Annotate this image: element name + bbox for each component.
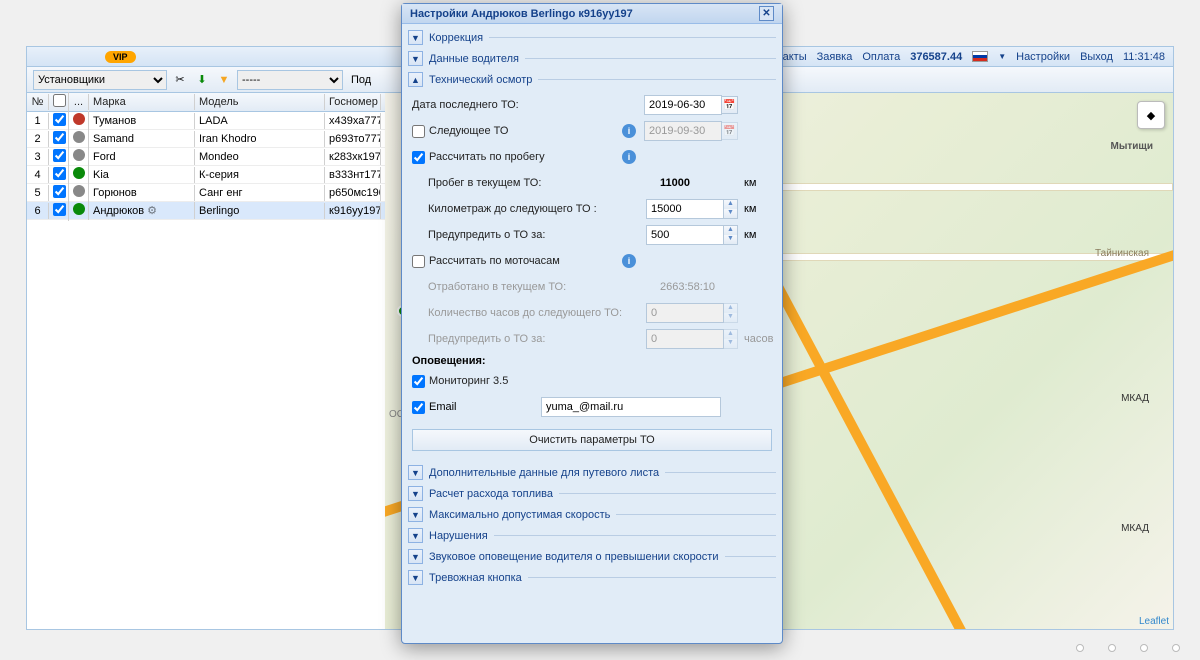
mileage-current-label: Пробег в текущем ТО: <box>412 177 660 189</box>
link-order[interactable]: Заявка <box>817 51 853 63</box>
next-to-checkbox[interactable] <box>412 125 425 138</box>
filter-icon[interactable]: ▼ <box>215 71 233 89</box>
warn-hours-label: Предупредить о ТО за: <box>412 333 646 345</box>
next-to-date <box>644 121 722 141</box>
col-marka[interactable]: Марка <box>89 94 195 110</box>
hours-next-label: Количество часов до следующего ТО: <box>412 307 646 319</box>
tool-icon-2[interactable]: ⬇ <box>193 71 211 89</box>
notif-header: Оповещения: <box>412 355 772 367</box>
mileage-next-label: Километраж до следующего ТО : <box>412 203 646 215</box>
col-status[interactable]: ... <box>69 94 89 110</box>
filter-select[interactable]: ----- <box>237 70 343 90</box>
table-row[interactable]: 2SamandIran Khodroр693то777 <box>27 130 385 148</box>
layers-icon[interactable]: ◆ <box>1137 101 1165 129</box>
toggle-driver[interactable]: ▼ <box>408 51 423 66</box>
close-icon[interactable]: ✕ <box>759 6 774 21</box>
warn-km-label: Предупредить о ТО за: <box>412 229 646 241</box>
by-hours-checkbox[interactable] <box>412 255 425 268</box>
by-mileage-checkbox[interactable] <box>412 151 425 164</box>
mileage-current: 11000 <box>660 177 738 189</box>
group-select[interactable]: Установщики <box>33 70 167 90</box>
leaflet-attrib[interactable]: Leaflet <box>1139 616 1169 627</box>
table-row[interactable]: 3FordMondeoк283хк197 <box>27 148 385 166</box>
pod-label: Под <box>351 74 371 86</box>
spin-down[interactable]: ▼ <box>724 235 737 244</box>
toggle-maxspeed[interactable]: ▼ <box>408 507 423 522</box>
monitoring-checkbox[interactable] <box>412 375 425 388</box>
top-links: нтакты Заявка Оплата 376587.44 ▼ Настрой… <box>772 51 1165 63</box>
warn-hours-input <box>646 329 724 349</box>
tool-icon-1[interactable]: ✂ <box>171 71 189 89</box>
info-icon[interactable]: i <box>622 150 636 164</box>
spin-up[interactable]: ▲ <box>724 226 737 235</box>
next-to-label: Следующее ТО <box>429 125 614 137</box>
toggle-fuel[interactable]: ▼ <box>408 486 423 501</box>
by-hours-label: Рассчитать по моточасам <box>429 255 614 267</box>
clock: 11:31:48 <box>1123 51 1165 63</box>
by-mileage-label: Рассчитать по пробегу <box>429 151 614 163</box>
link-payment[interactable]: Оплата <box>862 51 900 63</box>
link-logout[interactable]: Выход <box>1080 51 1113 63</box>
hours-current-label: Отработано в текущем ТО: <box>412 281 660 293</box>
toggle-tech[interactable]: ▲ <box>408 72 423 87</box>
link-settings[interactable]: Настройки <box>1016 51 1070 63</box>
col-check[interactable] <box>49 92 69 112</box>
table-row[interactable]: 1ТумановLADAх439ха777 <box>27 112 385 130</box>
clear-to-button[interactable]: Очистить параметры ТО <box>412 429 772 451</box>
calendar-icon-disabled: 📅 <box>722 122 738 140</box>
table-header: № ... Марка Модель Госномер <box>27 93 385 112</box>
last-to-date[interactable] <box>644 95 722 115</box>
balance-value: 376587.44 <box>910 51 962 63</box>
col-num[interactable]: № <box>27 94 49 110</box>
email-checkbox[interactable] <box>412 401 425 414</box>
col-model[interactable]: Модель <box>195 94 325 110</box>
email-label: Email <box>429 401 541 413</box>
hours-current: 2663:58:10 <box>660 281 738 293</box>
vehicle-list: № ... Марка Модель Госномер 1ТумановLADA… <box>27 93 385 629</box>
mileage-next-input[interactable] <box>646 199 724 219</box>
toggle-sound[interactable]: ▼ <box>408 549 423 564</box>
spin-up[interactable]: ▲ <box>724 200 737 209</box>
toggle-correction[interactable]: ▼ <box>408 30 423 45</box>
col-gos[interactable]: Госномер <box>325 94 381 110</box>
vip-badge: VIP <box>105 51 136 63</box>
table-row[interactable]: 6Андрюков ⚙Berlingoк916уу197 <box>27 202 385 220</box>
warn-km-input[interactable] <box>646 225 724 245</box>
info-icon[interactable]: i <box>622 254 636 268</box>
dialog-title: Настройки Андрюков Berlingo к916уу197 <box>410 8 633 20</box>
toggle-alarm[interactable]: ▼ <box>408 570 423 585</box>
email-input[interactable] <box>541 397 721 417</box>
dialog-title-bar[interactable]: Настройки Андрюков Berlingo к916уу197 ✕ <box>402 4 782 24</box>
monitoring-label: Мониторинг 3.5 <box>429 375 772 387</box>
info-icon[interactable]: i <box>622 124 636 138</box>
flag-icon[interactable] <box>972 51 988 62</box>
hours-next-input <box>646 303 724 323</box>
calendar-icon[interactable]: 📅 <box>722 96 738 114</box>
table-row[interactable]: 5ГорюновСанг енгр650мс190 <box>27 184 385 202</box>
spin-down[interactable]: ▼ <box>724 209 737 218</box>
last-to-label: Дата последнего ТО: <box>412 99 644 111</box>
table-row[interactable]: 4KiaК-серияв333нт177 <box>27 166 385 184</box>
toggle-waybill[interactable]: ▼ <box>408 465 423 480</box>
settings-dialog: Настройки Андрюков Berlingo к916уу197 ✕ … <box>401 3 783 644</box>
toggle-violations[interactable]: ▼ <box>408 528 423 543</box>
page-dots <box>1076 644 1180 652</box>
